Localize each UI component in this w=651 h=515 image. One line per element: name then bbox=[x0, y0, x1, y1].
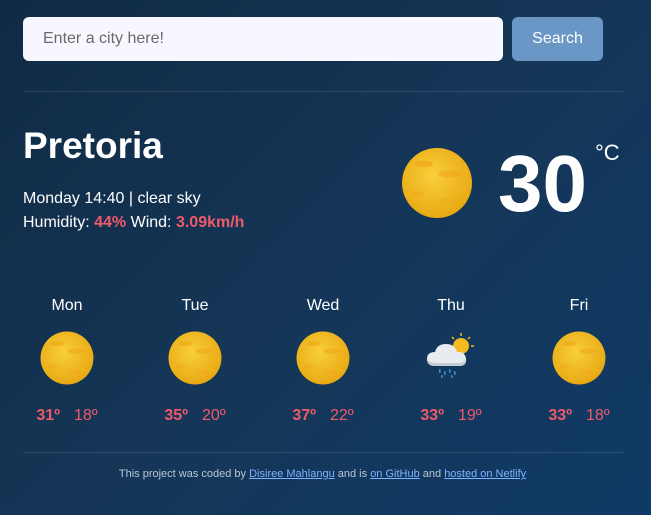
search-input[interactable] bbox=[23, 17, 503, 61]
humidity-label: Humidity: bbox=[23, 214, 95, 231]
netlify-link[interactable]: hosted on Netlify bbox=[444, 468, 526, 480]
search-form: Search bbox=[23, 17, 603, 61]
forecast-temps: 35º 20º bbox=[150, 406, 240, 426]
forecast-max: 33º bbox=[548, 407, 572, 424]
forecast-day-name: Wed bbox=[306, 297, 340, 314]
forecast-min: 18º bbox=[74, 407, 98, 424]
forecast-day: Wed 37º 22º bbox=[278, 296, 368, 426]
author-link[interactable]: Disiree Mahlangu bbox=[249, 468, 335, 480]
forecast-day-name: Fri bbox=[569, 297, 589, 314]
divider bbox=[23, 452, 623, 453]
footer-text: This project was coded by bbox=[118, 468, 250, 480]
forecast-temps: 33º 19º bbox=[406, 406, 496, 426]
day-time: Monday 14:40 bbox=[23, 190, 125, 207]
forecast-min: 22º bbox=[330, 407, 354, 424]
wind-value: 3.09km/h bbox=[175, 214, 245, 231]
separator: | bbox=[124, 190, 138, 207]
forecast-min: 18º bbox=[586, 407, 610, 424]
weather-description: clear sky bbox=[137, 190, 201, 207]
forecast-temps: 33º 18º bbox=[534, 406, 624, 426]
forecast-day: Fri 33º 18º bbox=[534, 296, 624, 426]
forecast-min: 19º bbox=[458, 407, 482, 424]
city-name: Pretoria bbox=[23, 125, 163, 166]
forecast-day: Tue 35º 20º bbox=[150, 296, 240, 426]
footer: This project was coded by Disiree Mahlan… bbox=[0, 468, 645, 480]
forecast-temps: 31º 18º bbox=[22, 406, 112, 426]
sun-icon bbox=[551, 330, 607, 386]
footer-text: and is bbox=[334, 468, 371, 480]
divider bbox=[23, 91, 623, 92]
date-description: Monday 14:40 | clear sky bbox=[23, 189, 201, 209]
sun-icon bbox=[400, 146, 474, 220]
forecast-max: 37º bbox=[292, 407, 316, 424]
forecast-day-name: Tue bbox=[181, 297, 209, 314]
humidity-value: 44% bbox=[94, 214, 127, 231]
footer-text: and bbox=[419, 468, 445, 480]
forecast-max: 33º bbox=[420, 407, 444, 424]
sun-icon bbox=[295, 330, 351, 386]
forecast-day-name: Thu bbox=[437, 297, 465, 314]
forecast-day: Mon 31º 18º bbox=[22, 296, 112, 426]
wind-label: Wind: bbox=[126, 214, 176, 231]
temperature-unit: °C bbox=[595, 140, 620, 165]
github-link[interactable]: on GitHub bbox=[370, 468, 420, 480]
forecast-max: 31º bbox=[36, 407, 60, 424]
forecast-day: Thu 33º 19º bbox=[406, 296, 496, 426]
humidity-wind: Humidity: 44% Wind: 3.09km/h bbox=[23, 213, 244, 233]
cloud-rain-sun-icon bbox=[423, 330, 479, 386]
current-temperature: 30 bbox=[498, 139, 587, 228]
forecast-max: 35º bbox=[164, 407, 188, 424]
forecast-temps: 37º 22º bbox=[278, 406, 368, 426]
forecast-min: 20º bbox=[202, 407, 226, 424]
search-button[interactable]: Search bbox=[512, 17, 603, 61]
sun-icon bbox=[39, 330, 95, 386]
forecast-day-name: Mon bbox=[51, 297, 83, 314]
sun-icon bbox=[167, 330, 223, 386]
